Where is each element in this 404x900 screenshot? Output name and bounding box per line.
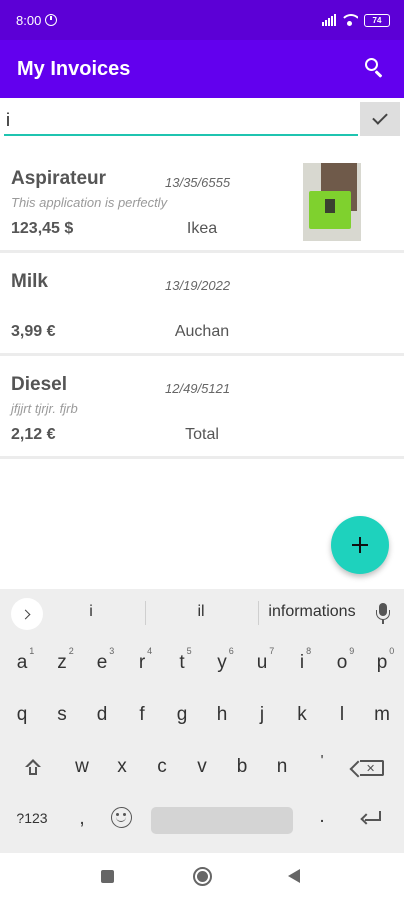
recent-apps-icon[interactable] [101, 870, 114, 883]
page-title: My Invoices [17, 57, 131, 80]
key[interactable]: f [122, 704, 162, 726]
period-key[interactable]: . [302, 806, 342, 828]
space-bar[interactable] [151, 807, 293, 834]
battery-icon: 74 [364, 13, 390, 27]
key[interactable]: t5 [162, 646, 202, 674]
invoice-store: Total [185, 426, 219, 443]
key[interactable]: r4 [122, 646, 162, 674]
key[interactable]: c [142, 756, 182, 778]
invoice-item[interactable]: Milk 13/19/2022 3,99 € Auchan [0, 253, 404, 356]
invoice-store: Auchan [174, 323, 230, 340]
key[interactable]: q [2, 704, 42, 726]
suggestion[interactable]: informations [262, 603, 362, 621]
invoice-date: 12/49/5121 [165, 381, 231, 396]
app-bar: My Invoices [0, 40, 404, 98]
back-icon[interactable] [288, 869, 300, 883]
invoice-date: 13/35/6555 [165, 175, 231, 190]
key[interactable]: j [242, 704, 282, 726]
status-icons: 74 [322, 13, 390, 27]
invoice-amount: 3,99 € [11, 323, 56, 340]
key[interactable]: l [322, 704, 362, 726]
invoice-item[interactable]: Diesel 12/49/5121 jfjjrt tjrjr. fjrb 2,1… [0, 356, 404, 459]
backspace-icon[interactable]: ✕ [360, 760, 384, 776]
key[interactable]: a1 [2, 646, 42, 674]
comma-key[interactable]: , [62, 808, 102, 830]
navigation-bar [0, 853, 404, 900]
suggestion[interactable]: i [50, 603, 132, 621]
key[interactable]: m [362, 704, 402, 726]
search-input[interactable] [4, 106, 358, 136]
check-icon [372, 109, 388, 125]
invoice-title: Diesel [11, 374, 67, 395]
key[interactable]: e3 [82, 646, 122, 674]
add-invoice-button[interactable] [331, 516, 389, 574]
search-icon[interactable] [363, 57, 387, 81]
search-row [0, 100, 404, 140]
suggestion[interactable]: il [160, 603, 242, 621]
keyboard-expand-button[interactable] [11, 598, 43, 630]
key[interactable]: d [82, 704, 122, 726]
home-icon[interactable] [193, 867, 212, 886]
enter-icon[interactable] [360, 811, 382, 825]
signal-icon [322, 14, 336, 26]
invoice-list: Aspirateur 13/35/6555 This application i… [0, 150, 404, 459]
invoice-thumbnail[interactable] [303, 163, 361, 241]
key[interactable]: h [202, 704, 242, 726]
invoice-title: Milk [11, 271, 48, 292]
symbols-key[interactable]: ?123 [6, 810, 58, 826]
invoice-amount: 2,12 € [11, 426, 56, 443]
invoice-item[interactable]: Aspirateur 13/35/6555 This application i… [0, 150, 404, 253]
key[interactable]: z2 [42, 646, 82, 674]
wifi-icon [342, 14, 358, 26]
status-bar: 8:00 74 [0, 0, 404, 40]
check-button[interactable] [360, 102, 400, 136]
key[interactable]: ' [302, 752, 342, 769]
key[interactable]: i8 [282, 646, 322, 674]
key[interactable]: s [42, 704, 82, 726]
key[interactable]: x [102, 756, 142, 778]
key[interactable]: w [62, 756, 102, 778]
status-time: 8:00 [16, 12, 42, 28]
invoice-description: jfjjrt tjrjr. fjrb [11, 401, 78, 416]
key[interactable]: g [162, 704, 202, 726]
invoice-description: This application is perfectly [11, 195, 168, 210]
microphone-icon[interactable] [376, 603, 390, 625]
key[interactable]: k [282, 704, 322, 726]
key[interactable]: n [262, 756, 302, 778]
suggestion-bar: i il informations [0, 589, 404, 637]
key[interactable]: p0 [362, 646, 402, 674]
key[interactable]: y6 [202, 646, 242, 674]
battery-level: 74 [372, 15, 382, 25]
invoice-amount: 123,45 $ [11, 220, 74, 237]
emoji-icon[interactable] [111, 807, 132, 828]
invoice-title: Aspirateur [11, 168, 107, 189]
chevron-right-icon [20, 609, 31, 619]
key[interactable]: v [182, 756, 222, 778]
key[interactable]: o9 [322, 646, 362, 674]
key[interactable]: u7 [242, 646, 282, 674]
invoice-date: 13/19/2022 [165, 278, 231, 293]
key[interactable]: b [222, 756, 262, 778]
alarm-icon [45, 14, 58, 26]
invoice-store: Ikea [186, 220, 218, 237]
shift-icon[interactable] [24, 759, 42, 777]
